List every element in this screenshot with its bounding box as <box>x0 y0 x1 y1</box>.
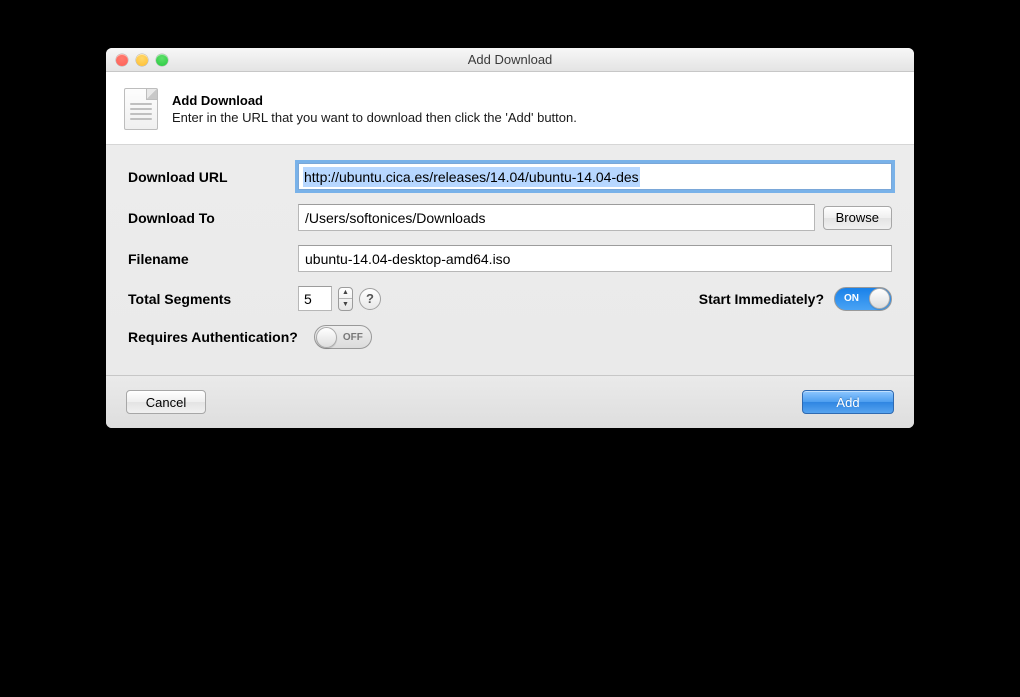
document-icon <box>124 88 158 130</box>
filename-label: Filename <box>128 251 288 267</box>
requires-auth-label: Requires Authentication? <box>128 329 298 345</box>
download-url-label: Download URL <box>128 169 288 185</box>
header-subtitle: Enter in the URL that you want to downlo… <box>172 110 577 125</box>
dialog-body: Download URL http://ubuntu.cica.es/relea… <box>106 145 914 375</box>
total-segments-label: Total Segments <box>128 291 288 307</box>
dialog-footer: Cancel Add <box>106 375 914 428</box>
download-url-input[interactable]: http://ubuntu.cica.es/releases/14.04/ubu… <box>298 163 892 190</box>
chevron-down-icon[interactable]: ▼ <box>339 299 352 310</box>
download-to-label: Download To <box>128 210 288 226</box>
start-immediately-toggle[interactable]: ON <box>834 287 892 311</box>
browse-button[interactable]: Browse <box>823 206 892 230</box>
toggle-knob-icon <box>869 288 890 309</box>
toggle-knob-icon <box>316 327 337 348</box>
dialog-header: Add Download Enter in the URL that you w… <box>106 72 914 145</box>
chevron-up-icon[interactable]: ▲ <box>339 288 352 300</box>
window-title: Add Download <box>106 52 914 67</box>
header-title: Add Download <box>172 93 577 108</box>
download-url-value: http://ubuntu.cica.es/releases/14.04/ubu… <box>303 167 640 187</box>
filename-input[interactable] <box>298 245 892 272</box>
download-to-input[interactable] <box>298 204 815 231</box>
start-immediately-label: Start Immediately? <box>699 291 824 307</box>
help-button[interactable]: ? <box>359 288 381 310</box>
total-segments-input[interactable] <box>298 286 332 311</box>
segments-stepper[interactable]: ▲ ▼ <box>338 287 353 311</box>
titlebar[interactable]: Add Download <box>106 48 914 72</box>
add-button[interactable]: Add <box>802 390 894 414</box>
add-download-dialog: Add Download Add Download Enter in the U… <box>106 48 914 428</box>
cancel-button[interactable]: Cancel <box>126 390 206 414</box>
requires-auth-toggle[interactable]: OFF <box>314 325 372 349</box>
